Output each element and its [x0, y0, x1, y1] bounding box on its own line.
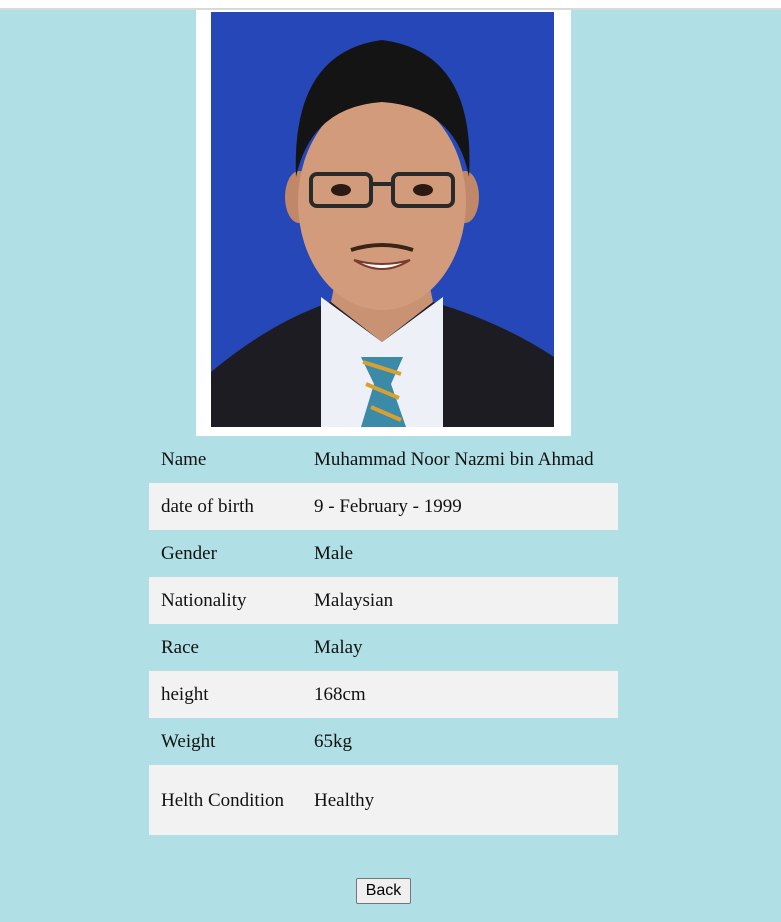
- date-of-birth-label: date of birth: [149, 483, 302, 530]
- table-row: Nationality Malaysian: [149, 577, 618, 624]
- nationality-value: Malaysian: [302, 577, 618, 624]
- top-bar: [0, 0, 781, 10]
- profile-photo: [211, 12, 554, 427]
- profile-details-table: Name Muhammad Noor Nazmi bin Ahmad date …: [149, 436, 618, 835]
- table-row: Name Muhammad Noor Nazmi bin Ahmad: [149, 436, 618, 483]
- gender-value: Male: [314, 543, 354, 564]
- race-value: Malay: [314, 637, 363, 658]
- height-value: 168cm: [302, 671, 618, 718]
- table-row: Weight 65kg: [149, 718, 618, 765]
- health-condition-label: Helth Condition: [149, 765, 302, 835]
- race-label: Race: [161, 637, 199, 658]
- health-condition-value: Healthy: [302, 765, 618, 835]
- table-row: Race Malay: [149, 624, 618, 671]
- table-row: height 168cm: [149, 671, 618, 718]
- weight-value: 65kg: [314, 731, 352, 752]
- back-button[interactable]: Back: [355, 878, 412, 904]
- name-value: Muhammad Noor Nazmi bin Ahmad: [314, 449, 594, 470]
- height-label: height: [149, 671, 302, 718]
- table-row: date of birth 9 - February - 1999: [149, 483, 618, 530]
- actions-bar: Back: [0, 878, 767, 904]
- nationality-label: Nationality: [149, 577, 302, 624]
- gender-label: Gender: [161, 543, 217, 564]
- profile-photo-frame: [196, 10, 571, 436]
- table-row: Helth Condition Healthy: [149, 765, 618, 835]
- name-label: Name: [161, 449, 207, 470]
- date-of-birth-value: 9 - February - 1999: [302, 483, 618, 530]
- weight-label: Weight: [161, 731, 216, 752]
- table-row: Gender Male: [149, 530, 618, 577]
